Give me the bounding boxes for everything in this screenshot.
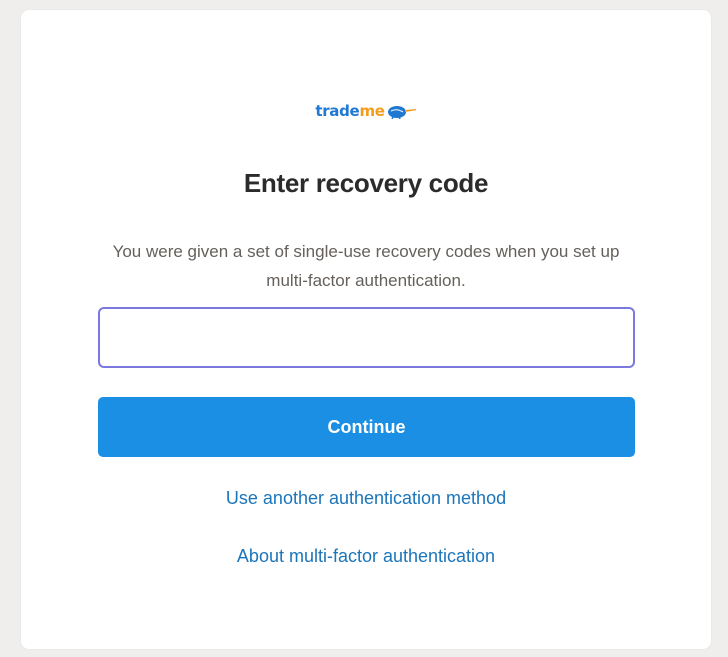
continue-button[interactable]: Continue <box>98 397 635 457</box>
recovery-code-card: trademe Enter recovery code You were giv… <box>21 10 711 649</box>
trademe-logo: trademe <box>21 104 711 119</box>
kiwi-bird-icon <box>387 105 416 119</box>
recovery-code-description: You were given a set of single-use recov… <box>112 242 620 290</box>
recovery-code-input[interactable] <box>98 307 635 368</box>
about-mfa-link[interactable]: About multi-factor authentication <box>21 546 711 567</box>
use-another-method-link[interactable]: Use another authentication method <box>21 488 711 509</box>
logo-wordmark-me: me <box>359 102 385 120</box>
logo-wordmark: trademe <box>315 102 385 120</box>
logo-wordmark-trade: trade <box>315 102 360 120</box>
page-title: Enter recovery code <box>243 168 489 198</box>
